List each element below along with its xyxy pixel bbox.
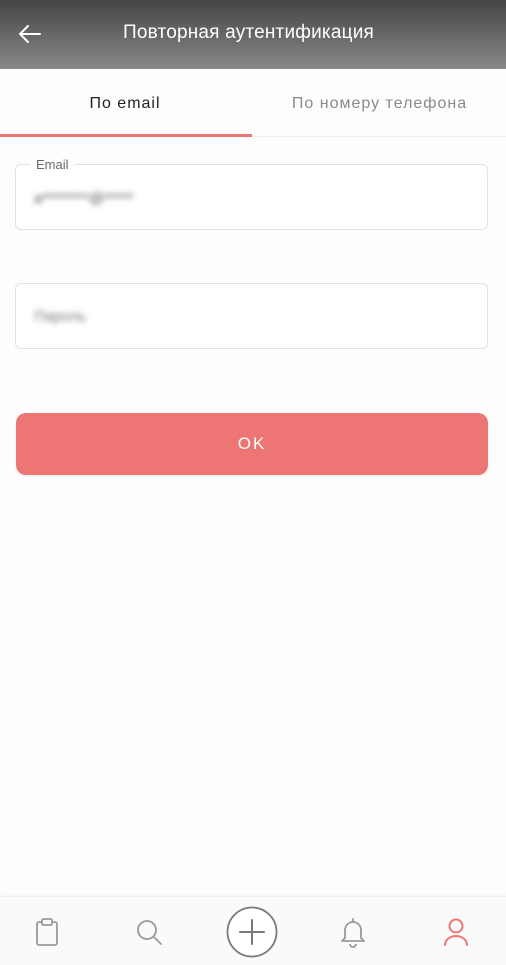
ok-button[interactable]: OK — [16, 413, 488, 475]
active-tab-indicator — [0, 134, 252, 137]
auth-method-tabs: По email По номеру телефона — [0, 69, 506, 138]
add-circle-icon — [226, 906, 278, 957]
user-icon — [444, 918, 468, 946]
bottom-navigation — [0, 896, 506, 965]
nav-item-notifications[interactable] — [323, 897, 383, 965]
tabs-divider — [252, 136, 506, 137]
tab-phone-number[interactable]: По номеру телефона — [253, 69, 506, 138]
app-bar: Повторная аутентификация — [0, 0, 506, 69]
arrow-left-icon — [19, 25, 41, 43]
nav-item-orders[interactable] — [17, 897, 77, 965]
back-button[interactable] — [14, 20, 46, 48]
password-field-placeholder: Пароль — [34, 308, 87, 325]
search-icon — [137, 919, 162, 945]
bell-icon — [341, 917, 365, 948]
tab-email[interactable]: По email — [0, 69, 250, 138]
email-field-label: Email — [30, 157, 75, 172]
page-title: Повторная аутентификация — [123, 22, 374, 43]
clipboard-icon — [36, 917, 58, 946]
email-field[interactable]: Email a********@***** — [15, 157, 488, 230]
email-field-value: a********@***** — [34, 190, 134, 207]
nav-item-profile[interactable] — [426, 897, 486, 965]
nav-item-add[interactable] — [222, 897, 282, 965]
password-field[interactable]: Пароль — [15, 283, 488, 349]
nav-item-search[interactable] — [119, 897, 179, 965]
